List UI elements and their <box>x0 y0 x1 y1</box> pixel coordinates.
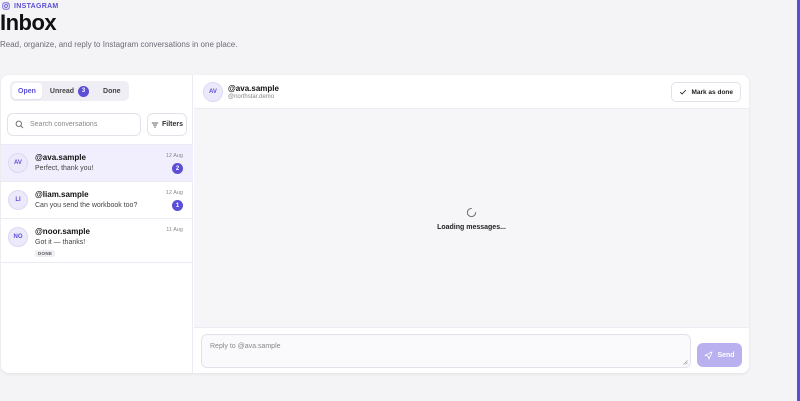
reply-box <box>201 334 691 368</box>
send-icon <box>704 350 713 360</box>
avatar: AV <box>203 82 223 102</box>
conversation-item-ava[interactable]: AV @ava.sample Perfect, thank you! 12 Au… <box>1 145 193 182</box>
mark-as-done-button[interactable]: Mark as done <box>671 82 741 102</box>
reply-composer: Send <box>194 327 749 373</box>
resize-handle-icon[interactable] <box>683 360 688 365</box>
conversation-item-noor[interactable]: NO @noor.sample Got it — thanks! 11 Aug … <box>1 219 193 263</box>
unread-badge: 2 <box>172 163 183 174</box>
tab-unread[interactable]: Unread 3 <box>44 83 95 99</box>
conversation-name: @ava.sample <box>35 153 86 162</box>
mark-as-done-label: Mark as done <box>691 88 733 96</box>
reply-input[interactable] <box>202 335 690 367</box>
conversation-preview: Perfect, thank you! <box>35 165 94 172</box>
avatar: NO <box>8 227 28 247</box>
unread-count-badge: 3 <box>78 85 90 97</box>
inbox-card: Open Unread 3 Done Filters <box>1 75 749 373</box>
brand-name: INSTAGRAM <box>14 2 59 10</box>
loading-spinner-icon <box>466 207 477 218</box>
tab-done-label: Done <box>103 87 121 95</box>
status-badge: DONE <box>35 250 56 257</box>
search-box <box>7 113 141 136</box>
check-icon <box>680 89 687 95</box>
send-button[interactable]: Send <box>697 343 742 367</box>
chat-account-handle: @northstar.demo <box>228 94 275 100</box>
search-icon <box>15 120 24 129</box>
tab-open[interactable]: Open <box>12 83 42 99</box>
conversation-pane: AV @ava.sample @northstar.demo Mark as d… <box>194 75 749 373</box>
tab-open-label: Open <box>18 87 36 95</box>
message-area: Loading messages... <box>194 109 749 327</box>
unread-badge: 1 <box>172 200 183 211</box>
avatar: LI <box>8 190 28 210</box>
status-tabs: Open Unread 3 Done <box>10 81 129 101</box>
send-label: Send <box>717 351 735 359</box>
conversation-name: @noor.sample <box>35 227 90 236</box>
filters-label: Filters <box>161 121 183 128</box>
conversation-date: 12 Aug <box>165 153 183 159</box>
conversation-date: 12 Aug <box>165 190 183 196</box>
tab-unread-label: Unread <box>49 87 75 95</box>
avatar: AV <box>8 153 28 173</box>
instagram-icon <box>2 2 10 10</box>
conversation-preview: Got it — thanks! <box>35 239 86 246</box>
conversation-preview: Can you send the workbook too? <box>35 202 138 209</box>
search-input[interactable] <box>30 121 130 128</box>
tab-done[interactable]: Done <box>97 83 127 99</box>
chat-contact-name: @ava.sample <box>228 84 279 93</box>
brand: INSTAGRAM <box>2 2 59 10</box>
filters-button[interactable]: Filters <box>147 113 187 136</box>
filter-icon <box>151 122 159 127</box>
page-subtitle: Read, organize, and reply to Instagram c… <box>0 40 238 49</box>
conversation-date: 11 Aug <box>166 227 183 233</box>
conversation-sidebar: Open Unread 3 Done Filters <box>1 75 193 373</box>
loading-text: Loading messages... <box>437 224 506 231</box>
conversation-list: AV @ava.sample Perfect, thank you! 12 Au… <box>1 144 193 263</box>
conversation-name: @liam.sample <box>35 190 89 199</box>
conversation-item-liam[interactable]: LI @liam.sample Can you send the workboo… <box>1 182 193 219</box>
page-title: Inbox <box>0 10 57 35</box>
chat-header: AV @ava.sample @northstar.demo Mark as d… <box>194 75 749 109</box>
